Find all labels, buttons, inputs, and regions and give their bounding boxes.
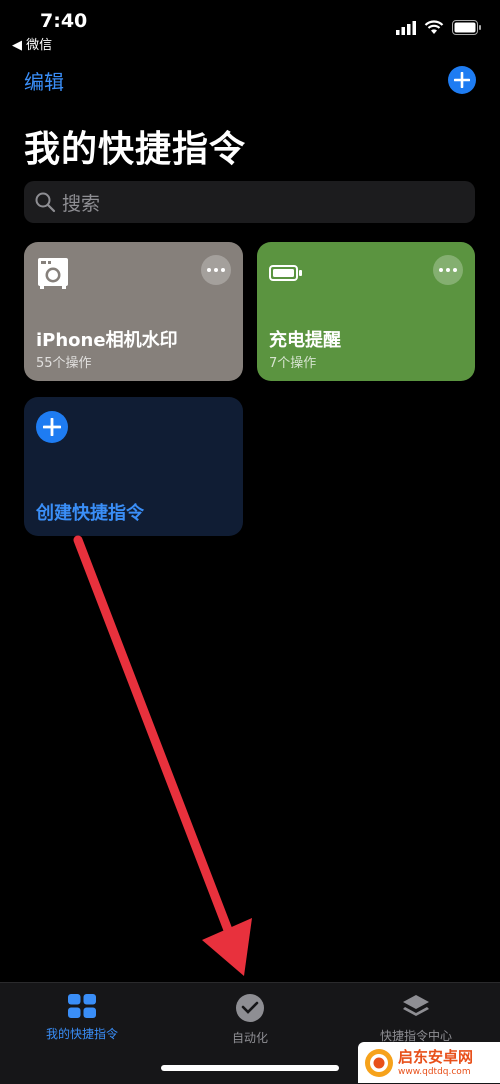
tab-my-shortcuts[interactable]: 我的快捷指令 (2, 993, 162, 1042)
ellipsis-icon (439, 268, 457, 272)
create-shortcut-card[interactable]: 创建快捷指令 (24, 397, 243, 536)
search-placeholder: 搜索 (62, 192, 101, 215)
ellipsis-icon (207, 268, 225, 272)
tab-automation[interactable]: 自动化 (170, 993, 330, 1046)
shortcut-title: iPhone相机水印 (36, 330, 178, 351)
watermark-logo-icon (365, 1048, 393, 1077)
edit-button[interactable]: 编辑 (24, 66, 64, 95)
plus-icon (43, 418, 61, 436)
battery-icon (269, 265, 302, 281)
back-to-app-link[interactable]: ◀ 微信 (12, 34, 52, 53)
search-field[interactable]: 搜索 (24, 181, 475, 223)
shortcut-card-camera-watermark[interactable]: iPhone相机水印 55个操作 (24, 242, 243, 381)
clock-icon (236, 994, 264, 1022)
tab-label: 自动化 (231, 1031, 268, 1045)
home-indicator[interactable] (161, 1065, 339, 1071)
search-icon (35, 192, 56, 213)
layers-icon (403, 995, 429, 1016)
add-shortcut-button[interactable] (448, 66, 476, 94)
tab-gallery[interactable]: 快捷指令中心 (336, 993, 496, 1044)
more-options-button[interactable] (433, 255, 463, 285)
grid-icon (68, 994, 96, 1018)
wifi-icon (424, 20, 444, 34)
shortcut-title: 充电提醒 (269, 330, 341, 351)
tab-label: 我的快捷指令 (45, 1027, 118, 1041)
status-time: 7:40 (40, 10, 88, 32)
create-shortcut-label: 创建快捷指令 (36, 503, 144, 524)
shortcut-action-count: 7个操作 (269, 356, 317, 371)
more-options-button[interactable] (201, 255, 231, 285)
status-bar: 7:40 ◀ 微信 (0, 0, 500, 60)
shortcut-card-charging-reminder[interactable]: 充电提醒 7个操作 (257, 242, 475, 381)
watermark-name: 启东安卓网 (398, 1047, 474, 1066)
washing-machine-icon (38, 258, 68, 289)
system-icons (396, 20, 482, 35)
site-watermark: 启东安卓网 www.qdtdq.com (358, 1042, 500, 1083)
watermark-url: www.qdtdq.com (398, 1066, 471, 1077)
page-title: 我的快捷指令 (24, 129, 247, 170)
signal-icon (396, 20, 416, 35)
battery-status-icon (452, 20, 481, 35)
plus-icon (454, 72, 470, 88)
shortcut-action-count: 55个操作 (36, 356, 92, 371)
create-plus-button (36, 411, 68, 443)
